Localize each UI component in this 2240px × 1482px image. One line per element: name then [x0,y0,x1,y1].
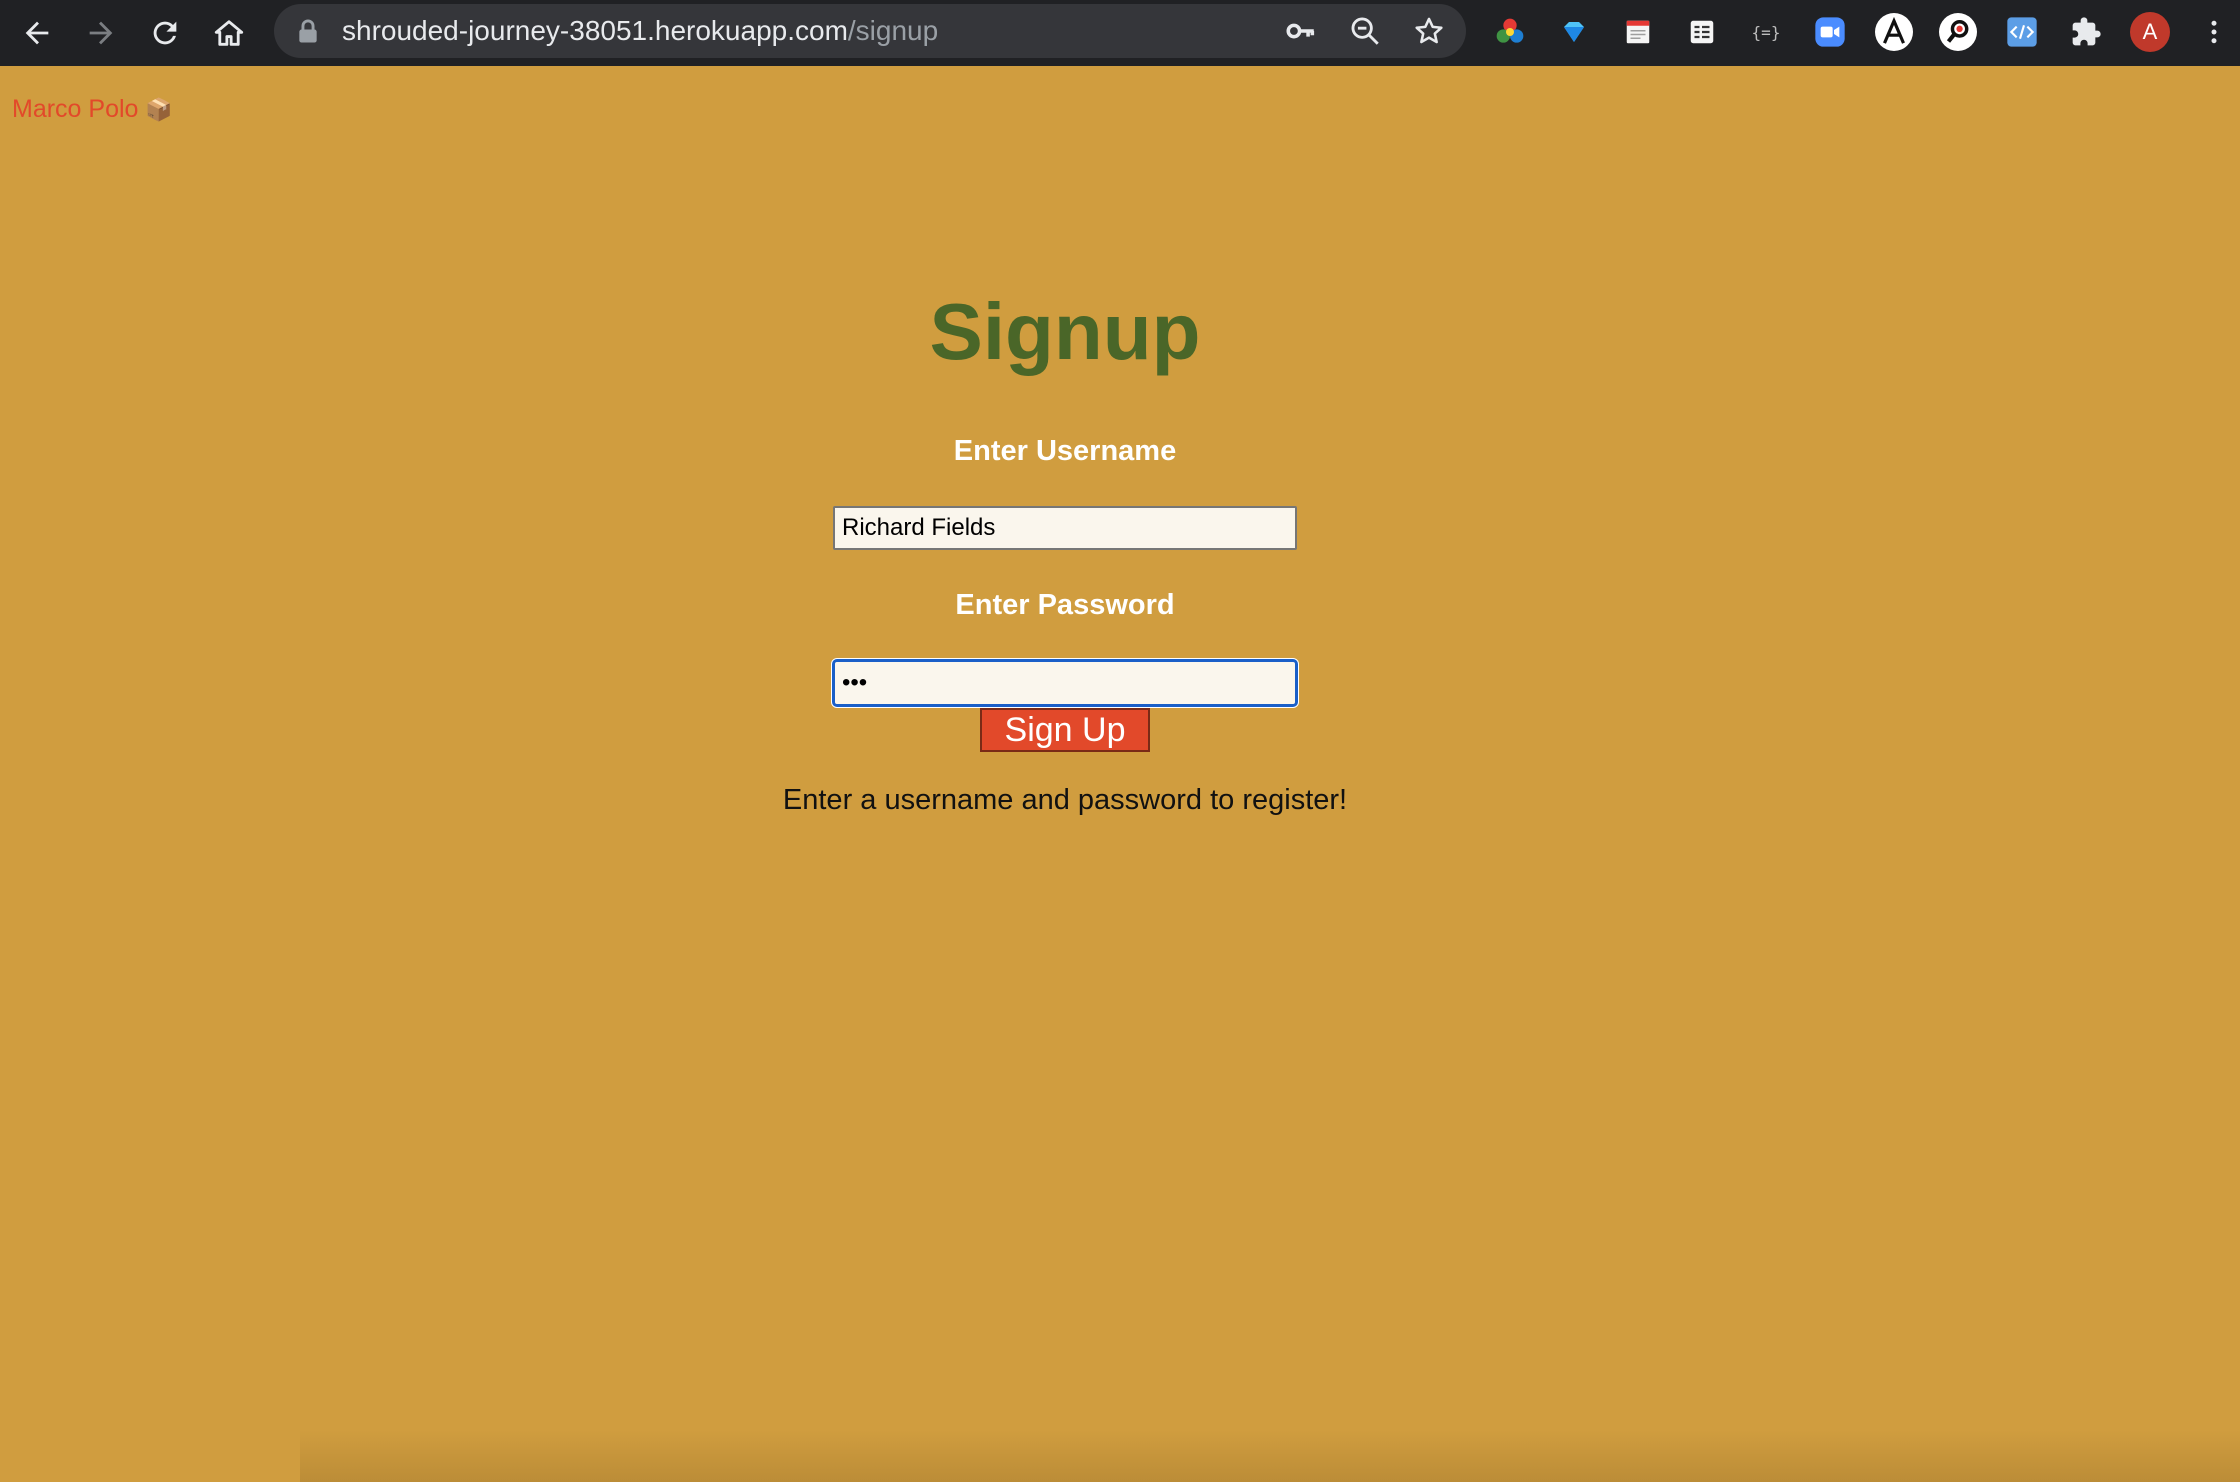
json-extension-icon[interactable]: {=} [1746,12,1786,52]
username-label: Enter Username [953,435,1177,467]
password-label: Enter Password [955,589,1175,621]
home-icon [214,20,244,46]
status-message: Enter a username and password to registe… [782,784,1348,816]
address-bar[interactable]: shrouded-journey-38051.herokuapp.com/sig… [274,4,1466,58]
forward-button[interactable] [77,9,125,57]
zoom-video-extension-icon[interactable] [1810,12,1850,52]
sign-up-button[interactable]: Sign Up [980,708,1150,752]
back-button[interactable] [13,9,61,57]
color-picker-extension-icon[interactable] [1490,12,1530,52]
more-menu-icon[interactable] [2194,12,2234,52]
brand-link[interactable]: Marco Polo 📦 [12,94,173,125]
brand-name: Marco Polo [12,95,139,123]
page-title: Signup [929,287,1201,376]
table-extension-icon[interactable] [1682,12,1722,52]
password-input[interactable] [832,659,1298,707]
back-icon [25,21,49,45]
package-icon: 📦 [145,97,173,122]
url-path: /signup [847,15,939,46]
url-host: shrouded-journey-38051.herokuapp.com [342,15,848,46]
url-text: shrouded-journey-38051.herokuapp.com/sig… [342,15,938,47]
browser-toolbar: shrouded-journey-38051.herokuapp.com/sig… [0,0,2240,66]
profile-initial: A [2130,12,2170,52]
code-extension-icon[interactable] [2002,12,2042,52]
lock-icon [299,19,317,43]
search-extension-icon[interactable] [1938,12,1978,52]
json-extension-text: {=} [1751,22,1781,42]
key-icon[interactable] [1284,14,1318,48]
star-icon[interactable] [1412,14,1446,48]
forward-icon [89,21,113,45]
home-button[interactable] [205,9,253,57]
bottom-shadow [300,1430,2240,1482]
puzzle-icon[interactable] [2066,12,2106,52]
username-input[interactable] [833,506,1297,550]
avatar[interactable]: A [2130,12,2170,52]
gem-extension-icon[interactable] [1554,12,1594,52]
notes-extension-icon[interactable] [1618,12,1658,52]
zoom-icon[interactable] [1348,14,1382,48]
reload-button[interactable] [141,9,189,57]
text-a-extension-icon[interactable] [1874,12,1914,52]
reload-icon [153,21,177,45]
